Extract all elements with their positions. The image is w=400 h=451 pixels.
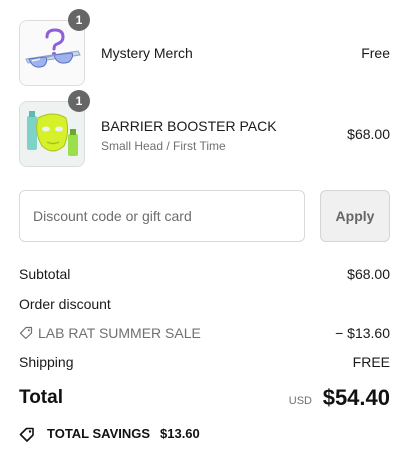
total-amount: $54.40	[322, 385, 390, 410]
subtotal-value: $68.00	[347, 266, 390, 282]
item-price: Free	[361, 45, 390, 61]
total-label: Total	[19, 387, 63, 408]
total-savings-label: TOTAL SAVINGS	[47, 426, 151, 441]
shipping-row: Shipping FREE	[19, 354, 390, 374]
line-item-barrier-booster-pack: 1 BARRIER BOOSTER PACK Small Head / Firs…	[19, 90, 390, 167]
shipping-label: Shipping	[19, 354, 74, 370]
quantity-badge: 1	[68, 90, 90, 112]
item-name: BARRIER BOOSTER PACK	[101, 118, 277, 134]
item-price: $68.00	[347, 126, 390, 142]
face-mask-product-image	[20, 102, 84, 166]
total-currency: USD	[288, 395, 312, 407]
item-variant: Small Head / First Time	[101, 139, 226, 153]
order-discount-row: Order discount	[19, 296, 390, 316]
quantity-badge: 1	[68, 9, 90, 31]
discount-form: Apply	[19, 190, 390, 242]
shipping-value: FREE	[352, 354, 390, 370]
mystery-sunglasses-image	[20, 21, 84, 85]
subtotal-label: Subtotal	[19, 266, 71, 282]
tag-icon	[19, 427, 34, 442]
order-discount-label: Order discount	[19, 296, 111, 312]
total-savings-amount: $13.60	[160, 426, 200, 441]
total-row: Total USD $54.40	[19, 385, 390, 415]
apply-discount-button[interactable]: Apply	[320, 190, 390, 242]
discount-code-input[interactable]	[19, 190, 305, 242]
discount-code-row: LAB RAT SUMMER SALE − $13.60	[19, 325, 390, 345]
subtotal-row: Subtotal $68.00	[19, 266, 390, 286]
discount-code-amount: − $13.60	[335, 325, 390, 341]
line-item-mystery-merch: 1 Mystery Merch Free	[19, 9, 390, 86]
item-name: Mystery Merch	[101, 45, 193, 61]
discount-code-name: LAB RAT SUMMER SALE	[38, 325, 201, 341]
